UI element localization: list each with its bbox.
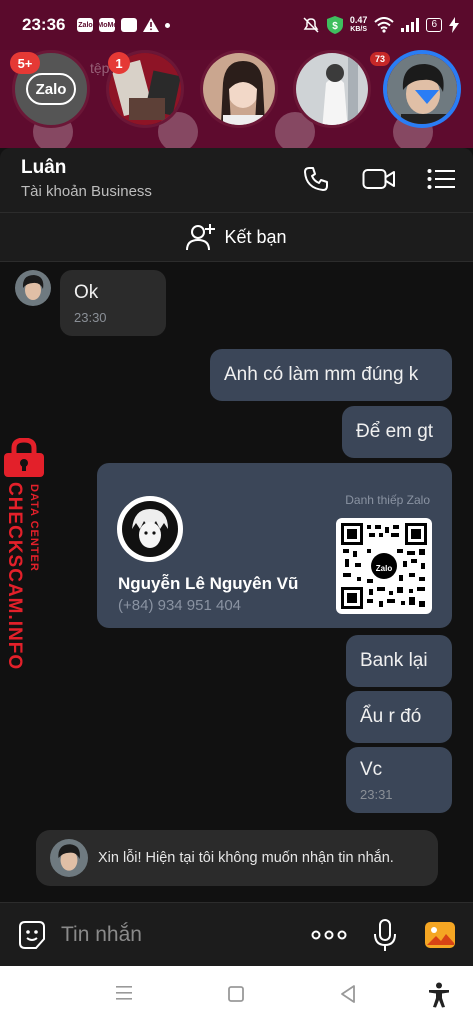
system-notice: Xin lỗi! Hiện tại tôi không muốn nhận ti… xyxy=(36,830,438,886)
accessibility-icon xyxy=(429,982,449,1008)
more-options-button[interactable] xyxy=(311,928,347,944)
add-friend-button[interactable]: Kết bạn xyxy=(0,212,473,262)
network-speed: 0.47 KB/S xyxy=(349,15,368,34)
dot-icon xyxy=(165,22,171,28)
chat-bubble-avatar-3[interactable] xyxy=(200,50,278,128)
chat-bubbles-bar: tệp chỉ Zalo 5+ 1 73 xyxy=(0,50,473,148)
notification-icons: Zalo MoMo xyxy=(77,18,171,32)
watermark-text-line1: DATA CENTER xyxy=(28,484,40,572)
recent-apps-button[interactable] xyxy=(114,985,134,1005)
contact-subtitle: Tài khoản Business xyxy=(21,183,152,200)
more-dots-icon xyxy=(311,930,347,940)
notice-text: Xin lỗi! Hiện tại tôi không muốn nhận ti… xyxy=(98,850,394,866)
money-shield-icon: $ xyxy=(326,16,343,34)
charging-icon xyxy=(449,17,459,33)
contact-card-phone: (+84) 934 951 404 xyxy=(118,597,242,614)
image-button[interactable] xyxy=(424,919,456,951)
call-button[interactable] xyxy=(301,164,331,194)
unread-badge: 73 xyxy=(370,52,390,66)
qr-code[interactable]: Zalo xyxy=(336,518,432,614)
avatar-photo-icon xyxy=(15,270,51,306)
message-outgoing[interactable]: Bank lại xyxy=(346,635,452,687)
menu-lines-icon xyxy=(116,986,132,1000)
message-text: Vc xyxy=(360,758,383,780)
menu-button[interactable] xyxy=(426,164,456,194)
status-bar: 23:36 Zalo MoMo $ 0.47 KB/S 6 xyxy=(0,0,473,50)
message-text: Anh có làm mm đúng k xyxy=(224,364,419,385)
voice-button[interactable] xyxy=(373,918,397,952)
message-outgoing[interactable]: Anh có làm mm đúng k xyxy=(210,349,452,401)
accessibility-button[interactable] xyxy=(427,982,451,1008)
sticker-button[interactable] xyxy=(16,919,48,951)
message-input[interactable]: Tin nhắn xyxy=(61,923,142,947)
checkscam-watermark: CHECKSCAM.INFO DATA CENTER xyxy=(0,438,60,671)
mute-icon xyxy=(303,17,319,33)
avatar-photo-icon xyxy=(120,499,180,559)
phone-icon xyxy=(304,167,328,191)
video-camera-icon xyxy=(362,169,395,189)
contact-card[interactable]: Danh thiếp Zalo Nguyễn Lê Nguyên Vũ (+84… xyxy=(97,463,452,628)
chat-bubble-avatar-4[interactable] xyxy=(293,50,371,128)
chat-bubble-active-luan[interactable] xyxy=(383,50,461,128)
back-button[interactable] xyxy=(339,984,359,1006)
zalo-notification-icon: Zalo xyxy=(77,18,94,32)
zalo-logo-icon: Zalo xyxy=(26,73,76,105)
signal-icon xyxy=(401,18,420,32)
unread-badge: 5+ xyxy=(10,52,40,74)
system-nav-bar xyxy=(0,966,473,1024)
contact-card-avatar xyxy=(117,496,183,562)
sticker-icon xyxy=(19,921,45,949)
add-user-icon xyxy=(186,224,216,251)
active-chat-pointer xyxy=(415,90,439,104)
message-text: Để em gt xyxy=(356,421,434,442)
notice-avatar xyxy=(50,839,88,877)
avatar-photo-icon xyxy=(50,839,88,877)
qr-zalo-logo: Zalo xyxy=(375,564,393,573)
warning-icon xyxy=(143,18,160,32)
image-icon xyxy=(425,922,455,948)
unread-badge: 1 xyxy=(108,52,130,74)
contact-card-label: Danh thiếp Zalo xyxy=(345,493,430,507)
message-text: Ẩu r đó xyxy=(360,706,422,727)
app-notification-icon xyxy=(121,18,138,32)
microphone-icon xyxy=(374,919,396,951)
message-input-bar: Tin nhắn xyxy=(0,902,473,966)
momo-notification-icon: MoMo xyxy=(97,18,118,32)
message-text: Ok xyxy=(74,281,99,303)
avatar-photo-icon xyxy=(203,53,275,125)
battery-icon: 6 xyxy=(426,18,442,32)
contact-name[interactable]: Luân xyxy=(21,157,66,179)
message-time: 23:31 xyxy=(360,786,393,802)
chat-header: Luân Tài khoản Business xyxy=(0,148,473,212)
message-time: 23:30 xyxy=(74,309,107,325)
wifi-icon xyxy=(374,17,395,33)
message-text: Bank lại xyxy=(360,650,428,671)
list-menu-icon xyxy=(427,169,455,189)
watermark-text-line2: CHECKSCAM.INFO xyxy=(4,482,25,671)
back-triangle-icon xyxy=(341,985,355,1003)
chat-messages-area[interactable]: Ok 23:30 Anh có làm mm đúng k Để em gt D… xyxy=(0,262,473,902)
contact-card-name: Nguyễn Lê Nguyên Vũ xyxy=(118,574,299,593)
square-icon xyxy=(228,986,244,1002)
svg-text:$: $ xyxy=(332,21,338,32)
add-friend-label: Kết bạn xyxy=(224,226,287,247)
lock-icon xyxy=(4,438,44,477)
message-outgoing[interactable]: Vc 23:31 xyxy=(346,747,452,813)
status-time: 23:36 xyxy=(22,15,66,34)
home-button[interactable] xyxy=(227,985,247,1005)
message-outgoing[interactable]: Ẩu r đó xyxy=(346,691,452,743)
message-incoming[interactable]: Ok 23:30 xyxy=(60,270,166,336)
sender-avatar[interactable] xyxy=(15,270,51,306)
video-call-button[interactable] xyxy=(362,164,396,194)
avatar-photo-icon xyxy=(296,53,368,125)
message-outgoing[interactable]: Để em gt xyxy=(342,406,452,458)
